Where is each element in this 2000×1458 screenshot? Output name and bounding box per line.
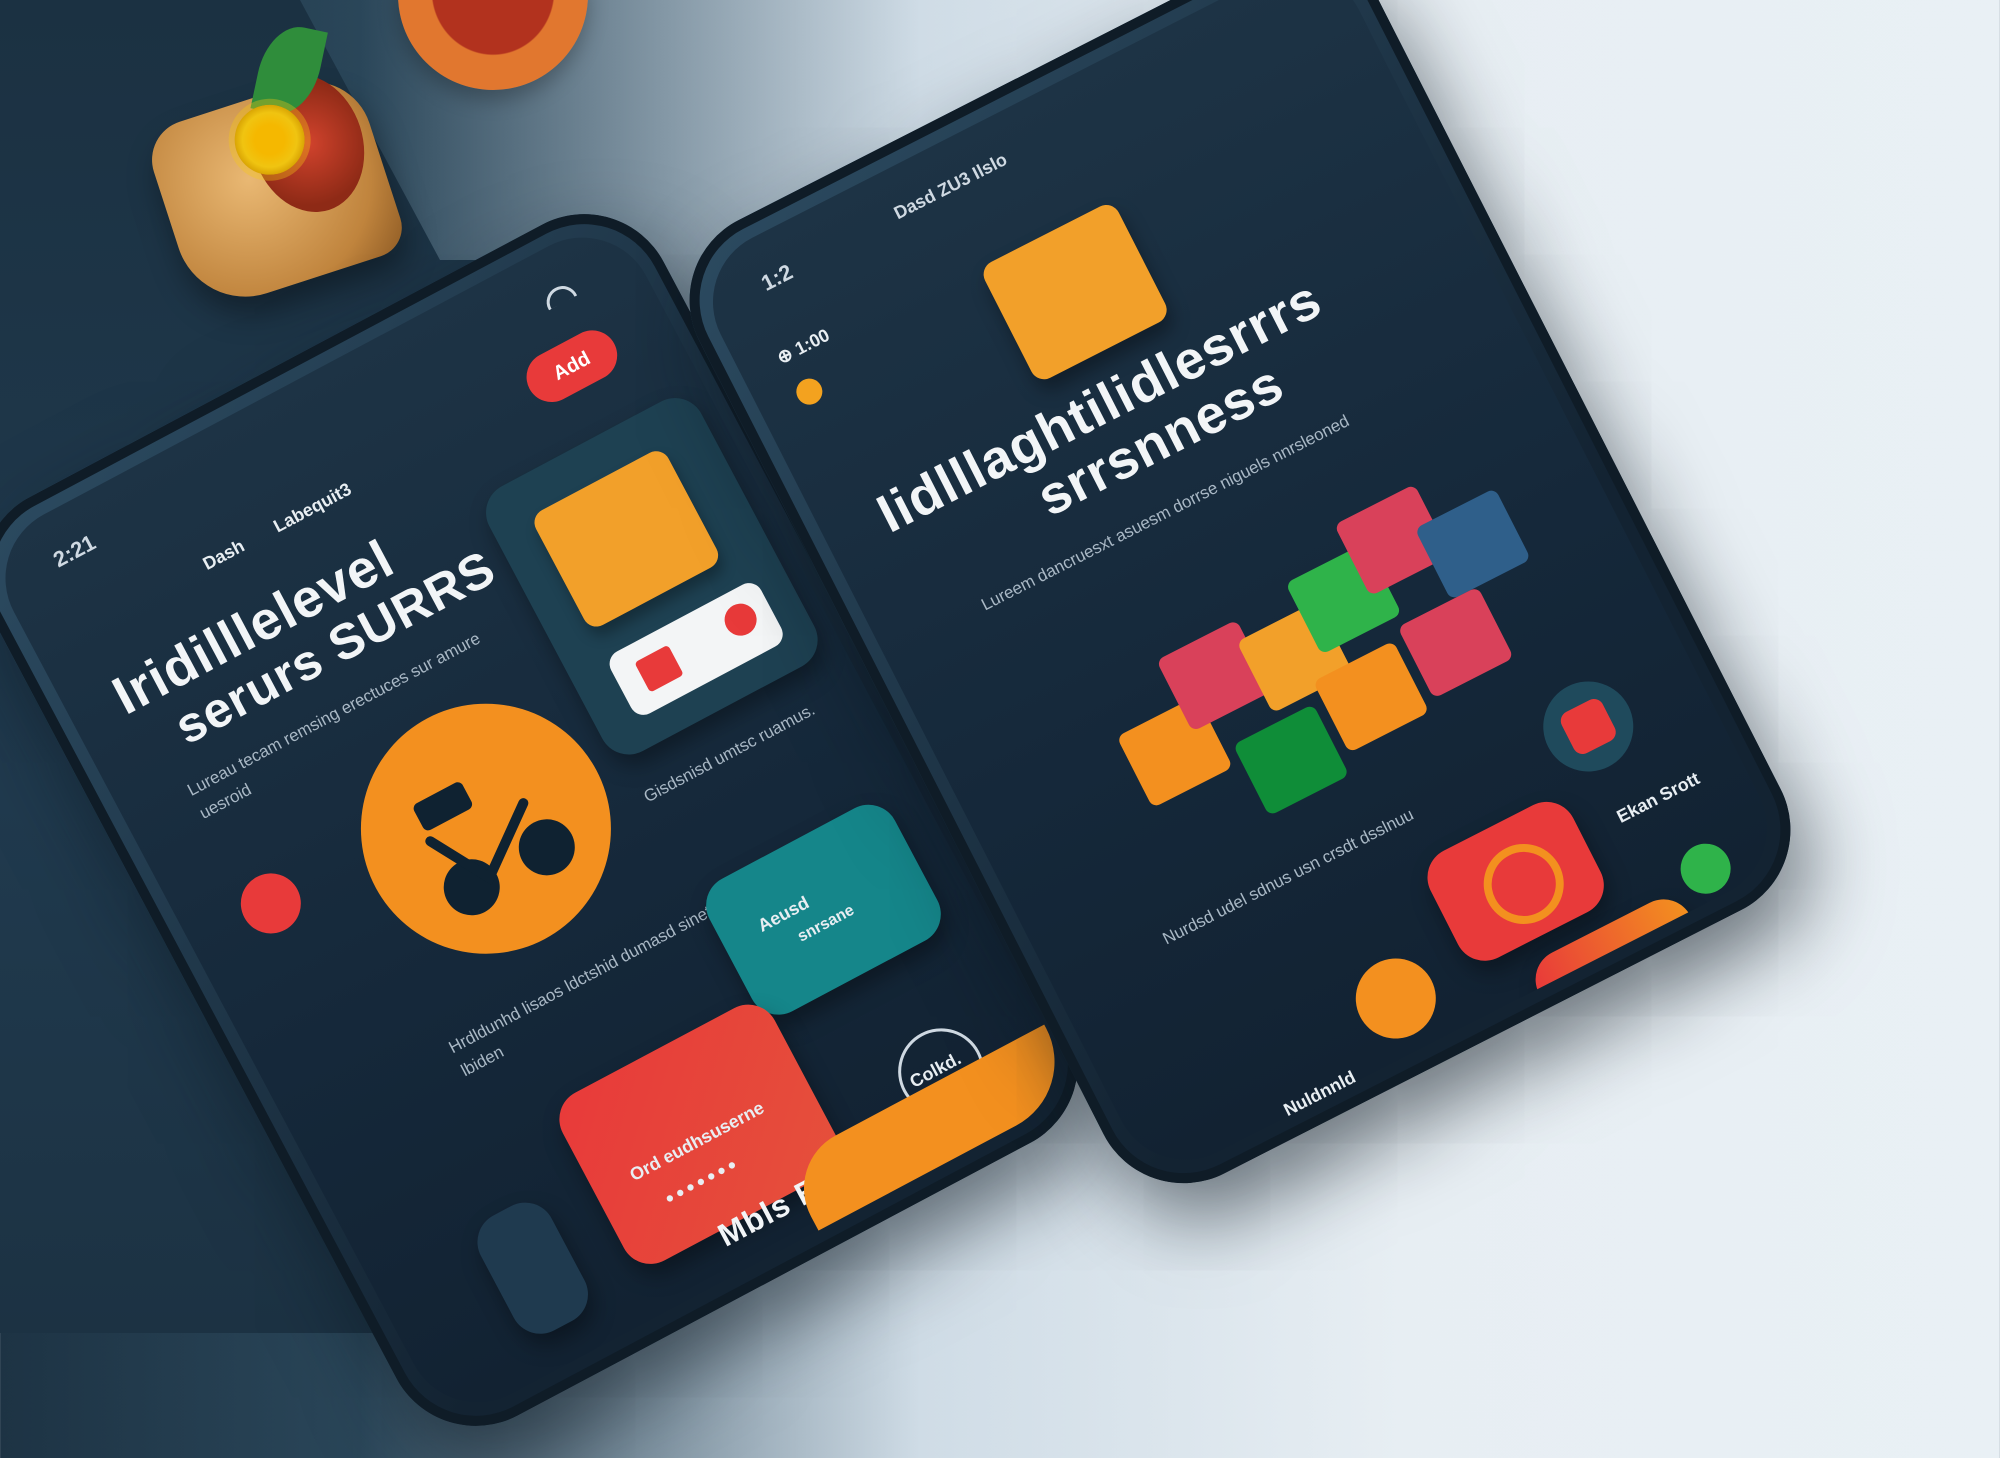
bag-icon (529, 446, 724, 632)
menu-icon[interactable] (466, 1192, 599, 1345)
chat-icon[interactable] (230, 862, 312, 945)
chest-icon[interactable] (1341, 944, 1450, 1053)
back-label[interactable]: ⊕ 1:00 (774, 325, 834, 369)
status-time-right: 1:2 (757, 259, 797, 296)
bowl-decoration (398, 0, 588, 90)
red-card[interactable]: Ord eudhsuserne ••••••• (548, 994, 850, 1275)
add-button[interactable]: Add (517, 321, 626, 411)
wifi-icon (540, 280, 578, 311)
label-left: Nuldnnld (1280, 1066, 1359, 1121)
side-text: Ekan Srott (1613, 768, 1703, 827)
teal-card[interactable]: Aeusd snrsane (695, 794, 952, 1026)
status-icons (533, 275, 579, 316)
coin-icon (791, 374, 827, 410)
nav-label[interactable]: Labequit3 (270, 479, 355, 537)
leaf-icon[interactable] (1672, 835, 1740, 903)
status-nav-right: Dasd ZU3 Ilslo (890, 149, 1011, 224)
nav-dash[interactable]: Dash (200, 536, 249, 575)
status-time: 2:21 (49, 529, 100, 573)
ticket-icon[interactable] (623, 1353, 745, 1428)
